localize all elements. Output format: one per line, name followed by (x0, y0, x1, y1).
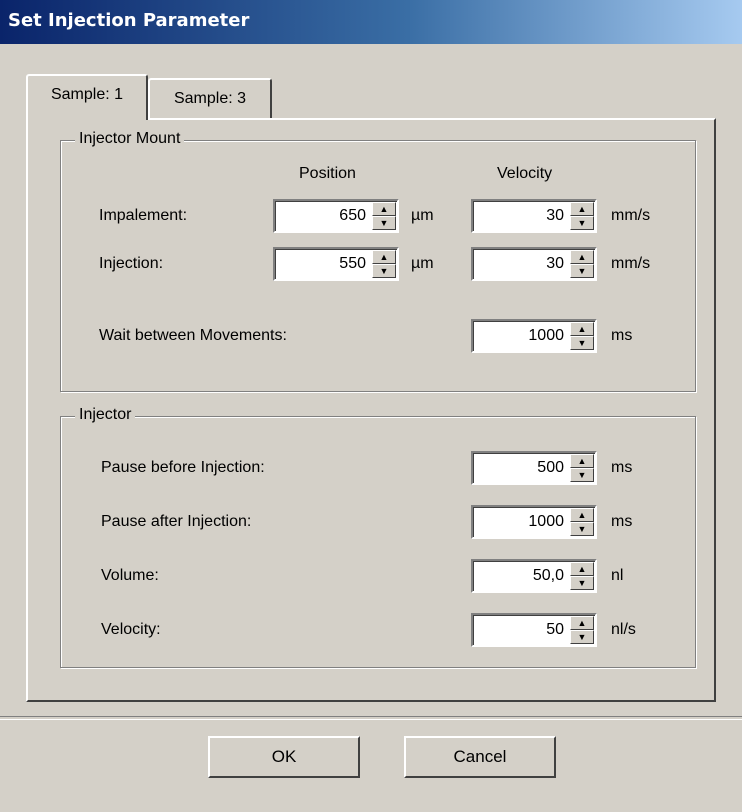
unit-label: mm/s (611, 207, 651, 224)
pause-after-injection-spinbox[interactable]: 1000 ▲ ▼ (471, 505, 597, 539)
spinbox-value[interactable]: 650 (277, 201, 369, 231)
impalement-label: Impalement: (99, 207, 188, 224)
spin-down-icon[interactable]: ▼ (570, 576, 594, 590)
volume-spinbox[interactable]: 50,0 ▲ ▼ (471, 559, 597, 593)
spinbox-value[interactable]: 550 (277, 249, 369, 279)
injector-velocity-label: Velocity: (101, 621, 161, 638)
injector-velocity-spinbox[interactable]: 50 ▲ ▼ (471, 613, 597, 647)
spin-up-icon[interactable]: ▲ (570, 202, 594, 216)
impalement-velocity-spinbox[interactable]: 30 ▲ ▼ (471, 199, 597, 233)
spin-down-icon[interactable]: ▼ (570, 264, 594, 278)
injector-mount-group: Injector Mount Position Velocity Impalem… (60, 130, 696, 392)
unit-label: µm (411, 255, 434, 272)
tab-label: Sample: 1 (50, 86, 124, 103)
spin-up-icon[interactable]: ▲ (570, 508, 594, 522)
spin-up-icon[interactable]: ▲ (570, 616, 594, 630)
spinbox-value[interactable]: 50,0 (475, 561, 567, 591)
unit-label: nl/s (611, 621, 636, 638)
window-title: Set Injection Parameter (8, 10, 250, 31)
unit-label: mm/s (611, 255, 651, 272)
tab-panel: Injector Mount Position Velocity Impalem… (26, 118, 716, 702)
unit-label: nl (611, 567, 624, 584)
spinbox-value[interactable]: 30 (475, 249, 567, 279)
injection-velocity-spinbox[interactable]: 30 ▲ ▼ (471, 247, 597, 281)
group-label: Injector Mount (75, 130, 185, 148)
wait-between-movements-label: Wait between Movements: (99, 327, 287, 344)
velocity-column-header: Velocity (497, 165, 553, 182)
spin-down-icon[interactable]: ▼ (570, 522, 594, 536)
spin-up-icon[interactable]: ▲ (570, 250, 594, 264)
volume-label: Volume: (101, 567, 159, 584)
spin-down-icon[interactable]: ▼ (372, 264, 396, 278)
unit-label: µm (411, 207, 434, 224)
spin-up-icon[interactable]: ▲ (570, 562, 594, 576)
unit-label: ms (611, 327, 633, 344)
pause-after-injection-label: Pause after Injection: (101, 513, 252, 530)
unit-label: ms (611, 513, 633, 530)
spin-down-icon[interactable]: ▼ (372, 216, 396, 230)
spinbox-value[interactable]: 50 (475, 615, 567, 645)
spin-down-icon[interactable]: ▼ (570, 630, 594, 644)
injector-group: Injector Pause before Injection: 500 ▲ ▼… (60, 406, 696, 668)
wait-between-movements-spinbox[interactable]: 1000 ▲ ▼ (471, 319, 597, 353)
spinbox-value[interactable]: 1000 (475, 321, 567, 351)
pause-before-injection-label: Pause before Injection: (101, 459, 265, 476)
spin-down-icon[interactable]: ▼ (570, 336, 594, 350)
ok-button[interactable]: OK (208, 736, 360, 778)
spin-down-icon[interactable]: ▼ (570, 216, 594, 230)
group-label: Injector (75, 406, 136, 424)
tab-label: Sample: 3 (173, 90, 247, 107)
tab-sample-3[interactable]: Sample: 3 (148, 78, 272, 120)
pause-before-injection-spinbox[interactable]: 500 ▲ ▼ (471, 451, 597, 485)
injection-label: Injection: (99, 255, 164, 272)
spin-down-icon[interactable]: ▼ (570, 468, 594, 482)
title-bar[interactable]: Set Injection Parameter (0, 0, 742, 44)
separator (0, 716, 742, 720)
cancel-button[interactable]: Cancel (404, 736, 556, 778)
spin-up-icon[interactable]: ▲ (570, 454, 594, 468)
unit-label: ms (611, 459, 633, 476)
injection-position-spinbox[interactable]: 550 ▲ ▼ (273, 247, 399, 281)
tab-sample-1[interactable]: Sample: 1 (26, 74, 148, 120)
spin-up-icon[interactable]: ▲ (372, 202, 396, 216)
position-column-header: Position (299, 165, 356, 182)
spinbox-value[interactable]: 1000 (475, 507, 567, 537)
spinbox-value[interactable]: 30 (475, 201, 567, 231)
spin-up-icon[interactable]: ▲ (372, 250, 396, 264)
spinbox-value[interactable]: 500 (475, 453, 567, 483)
impalement-position-spinbox[interactable]: 650 ▲ ▼ (273, 199, 399, 233)
spin-up-icon[interactable]: ▲ (570, 322, 594, 336)
